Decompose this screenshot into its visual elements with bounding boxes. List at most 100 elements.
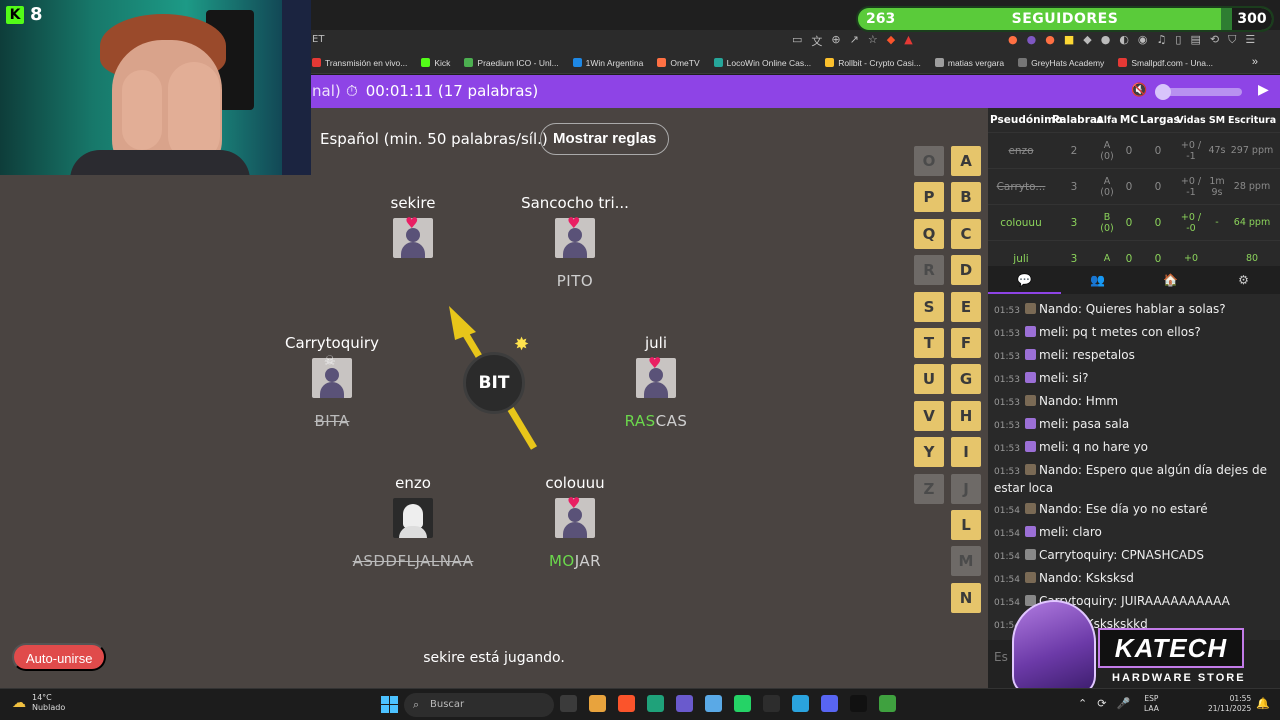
player-avatar [393, 498, 433, 538]
taskbar-app-icon[interactable] [763, 695, 780, 712]
chat-time: 01:53 [994, 398, 1020, 408]
taskbar-app-icon[interactable] [879, 695, 896, 712]
user-avatar-icon [1024, 441, 1036, 452]
clock[interactable]: 01:55 21/11/2025 [1208, 694, 1251, 714]
user-avatar-icon [1024, 372, 1036, 383]
bookmark-star-icon[interactable]: ☆ [868, 33, 878, 49]
scoreboard-cell: +0 / -0 [1180, 211, 1202, 234]
taskbar-apps [560, 695, 896, 712]
volume-knob[interactable] [1155, 84, 1171, 100]
scoreboard-cell: 2 [1070, 144, 1078, 157]
chat-text: pasa sala [1072, 417, 1130, 431]
extension-icon[interactable]: ◐ [1119, 33, 1129, 47]
music-icon[interactable]: ♫ [1157, 33, 1167, 47]
weather-widget[interactable]: ☁ 14°C Nublado [12, 693, 65, 713]
chevron-up-icon[interactable]: ⌃ [1078, 697, 1087, 710]
keyboard-language[interactable]: ESP LAA [1144, 694, 1159, 714]
word-highlight: RAS [624, 412, 656, 430]
bonus-letter-tile: J [951, 473, 981, 504]
sidebar-icon[interactable]: ▯ [1175, 33, 1181, 47]
katech-brand: KATECH [1098, 628, 1244, 668]
bookmark-item[interactable]: Rollbit - Crypto Casi... [825, 58, 921, 68]
taskbar-app-icon[interactable] [589, 695, 606, 712]
taskbar-app-icon[interactable] [618, 695, 635, 712]
mute-icon[interactable]: 🔇 [1131, 83, 1147, 98]
tab-chat[interactable]: 💬 [988, 266, 1061, 294]
tabs-icon[interactable]: ▤ [1190, 33, 1200, 47]
bookmark-item[interactable]: OmeTV [657, 58, 700, 68]
play-icon[interactable]: ▶ [1258, 82, 1269, 98]
scoreboard-cell: 0 [1125, 144, 1133, 157]
extension-icon[interactable]: ● [1027, 33, 1037, 47]
chat-text: Hmm [1085, 394, 1119, 408]
game-timer: ⏱ 00:01:11 (17 palabras) [346, 82, 538, 100]
brave-shield-icon[interactable]: ◆ [887, 33, 895, 49]
taskbar-app-icon[interactable] [560, 695, 577, 712]
game-timer-text: 00:01:11 (17 palabras) [365, 82, 539, 100]
menu-icon[interactable]: ☰ [1245, 33, 1255, 47]
mic-icon[interactable]: 🎤 [1116, 697, 1130, 710]
taskbar-app-icon[interactable] [647, 695, 664, 712]
bookmark-label: Kick [434, 57, 451, 68]
windows-start-icon[interactable] [381, 696, 398, 713]
extension-icon[interactable]: ◉ [1138, 33, 1148, 47]
share-icon[interactable]: ↗ [850, 33, 859, 49]
notification-bell-icon[interactable]: 🔔 [1256, 697, 1270, 710]
bookmark-item[interactable]: Smallpdf.com - Una... [1118, 58, 1213, 68]
refresh-icon[interactable]: ⟳ [1097, 697, 1106, 710]
chat-time: 01:53 [994, 329, 1020, 339]
user-avatar-icon [1024, 572, 1036, 583]
taskbar-app-icon[interactable] [676, 695, 693, 712]
bookmark-item[interactable]: Transmisión en vivo... [312, 58, 407, 68]
translate-icon[interactable]: 文 [811, 33, 822, 49]
bookmark-item[interactable]: 1Win Argentina [572, 58, 643, 68]
extension-icon[interactable]: ● [1045, 33, 1055, 47]
volume-slider[interactable] [1155, 84, 1242, 100]
chat-text: Quieres hablar a solas? [1085, 302, 1226, 316]
taskbar-search[interactable]: ⌕ Buscar [404, 693, 554, 717]
bookmark-item[interactable]: matias vergara [934, 58, 1004, 68]
scoreboard-cell: Carryto... [996, 180, 1046, 193]
avatar-body [563, 522, 587, 538]
bonus-letter-tile: S [914, 291, 944, 322]
taskbar-app-icon[interactable] [705, 695, 722, 712]
bookmark-item[interactable]: LocoWin Online Cas... [713, 58, 811, 68]
chat-user: Carrytoquiry: [1038, 548, 1122, 562]
extension-icon[interactable]: ● [1008, 33, 1018, 47]
tab-settings[interactable]: ⚙ [1207, 266, 1280, 294]
bookmark-item[interactable]: Praedium ICO - Unl... [464, 58, 559, 68]
bookmark-item[interactable]: GreyHats Academy [1018, 58, 1104, 68]
taskbar-app-icon[interactable] [734, 695, 751, 712]
fuse-spark-icon: ✸ [514, 334, 530, 355]
taskbar-app-icon[interactable] [821, 695, 838, 712]
player-seat: Sancocho tri... ♥ PITO [475, 194, 675, 290]
taskbar-app-icon[interactable] [792, 695, 809, 712]
bonus-letter-tile: N [951, 582, 981, 613]
brave-rewards-icon[interactable]: ▲ [904, 33, 912, 49]
lang-primary: ESP [1144, 694, 1159, 703]
extension-icon[interactable]: ◆ [1083, 33, 1091, 47]
tab-room[interactable]: 🏠 [1134, 266, 1207, 294]
extension-icon[interactable]: ■ [1064, 33, 1074, 47]
scoreboard-cell: A (0) [1100, 175, 1114, 198]
bookmark-item[interactable]: Kick [421, 58, 450, 68]
kick-logo-icon: K [6, 5, 24, 24]
tab-players[interactable]: 👥 [1061, 266, 1134, 294]
bonus-letter-tile: O [914, 146, 944, 176]
screen: ET ▭ 文 ⊕ ↗ ☆ ◆ ▲ ● ● ● ■ ◆ ● ◐ ◉ ♫ ▯ ▤ ⟲… [0, 0, 1280, 720]
shield-icon[interactable]: ⛉ [1228, 33, 1236, 47]
extension-icon[interactable]: ● [1101, 33, 1111, 47]
taskbar-app-icon[interactable] [850, 695, 867, 712]
scoreboard-row: Carryto... 3 A (0) 0 0 +0 / -1 1m 9s 28 ppm [988, 168, 1280, 204]
chat-log[interactable]: 01:53 Nando: Quieres hablar a solas? 01:53… [988, 298, 1280, 638]
more-bookmarks-icon[interactable]: » [1252, 56, 1258, 68]
bonus-letter-tile: T [914, 328, 944, 358]
zoom-icon[interactable]: ⊕ [831, 33, 840, 49]
chat-message: 01:53 Nando: Espero que algún día dejes d… [994, 459, 1274, 498]
scoreboard-cell: 3 [1070, 252, 1078, 265]
url-text[interactable]: ET [312, 34, 324, 45]
screen-icon[interactable]: ▭ [792, 33, 802, 49]
skull-icon: ☠ [324, 354, 336, 369]
history-icon[interactable]: ⟲ [1210, 33, 1219, 47]
user-avatar-icon [1024, 503, 1036, 514]
